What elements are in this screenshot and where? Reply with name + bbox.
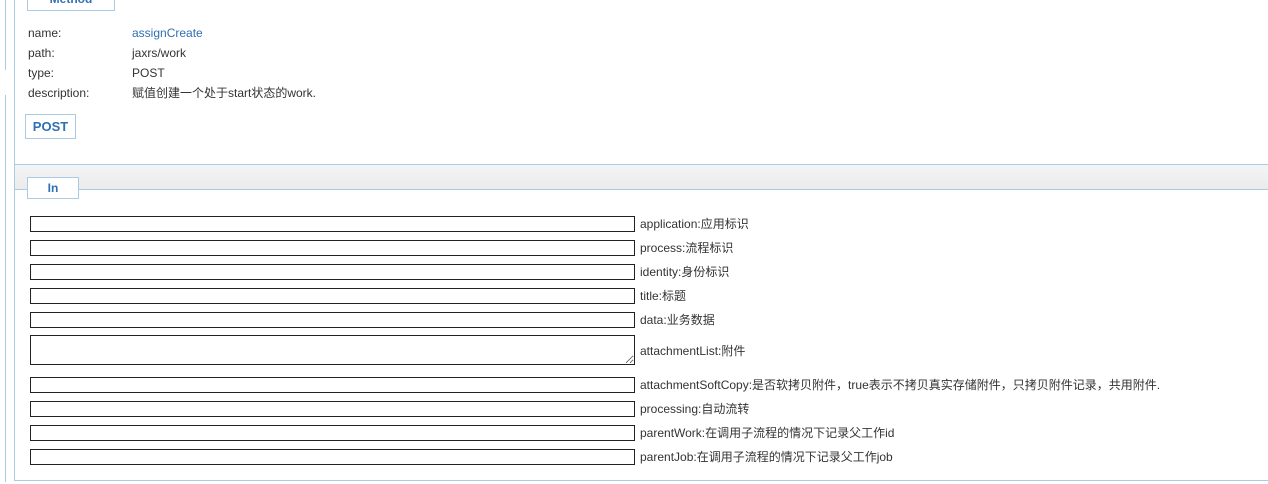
application-input[interactable] [30,215,635,232]
in-header-band [15,165,1268,189]
identity-label: identity:身份标识 [640,265,730,279]
param-row-parent-job: parentJob:在调用子流程的情况下记录父工作job [30,448,893,465]
param-row-attachment-soft-copy: attachmentSoftCopy:是否软拷贝附件，true表示不拷贝真实存储… [30,376,1160,393]
method-path-value: jaxrs/work [132,46,187,60]
param-row-application: application:应用标识 [30,215,749,232]
param-row-process: process:流程标识 [30,239,733,256]
post-button[interactable]: POST [25,114,76,139]
attachment-list-textarea[interactable] [30,335,635,365]
data-label: data:业务数据 [640,313,715,327]
method-path-key: path: [28,46,55,60]
method-name-value: assignCreate [132,26,203,40]
in-section: In application:应用标识 process:流程标识 identit… [14,165,1268,481]
parent-work-input[interactable] [30,424,635,441]
identity-input[interactable] [30,263,635,280]
attachment-list-label: attachmentList:附件 [640,343,746,358]
method-type-key: type: [28,66,55,80]
param-row-attachment-list: attachmentList:附件 [30,335,745,365]
method-type-value: POST [132,66,165,80]
parent-work-label: parentWork:在调用子流程的情况下记录父工作id [640,426,895,440]
method-path-row: path: jaxrs/work [28,43,186,63]
processing-input[interactable] [30,400,635,417]
method-name-row: name: assignCreate [28,23,203,43]
left-panel-border-bottom [0,95,6,482]
processing-label: processing:自动流转 [640,402,750,416]
title-label: title:标题 [640,289,687,303]
method-section: Method name: assignCreate path: jaxrs/wo… [14,0,1268,165]
process-label: process:流程标识 [640,241,734,255]
in-border-line [15,189,1268,190]
param-row-identity: identity:身份标识 [30,263,729,280]
method-description-value: 赋值创建一个处于start状态的work. [132,86,317,100]
method-name-key: name: [28,26,62,40]
method-legend: Method [27,0,115,11]
parent-job-input[interactable] [30,448,635,465]
left-panel-border-top [0,0,6,70]
process-input[interactable] [30,239,635,256]
param-row-data: data:业务数据 [30,311,715,328]
parent-job-label: parentJob:在调用子流程的情况下记录父工作job [640,450,893,464]
title-input[interactable] [30,287,635,304]
in-legend: In [27,177,79,199]
method-description-key: description: [28,86,90,100]
attachment-soft-copy-label: attachmentSoftCopy:是否软拷贝附件，true表示不拷贝真实存储… [640,378,1161,392]
method-description-row: description: 赋值创建一个处于start状态的work. [28,83,316,103]
data-input[interactable] [30,311,635,328]
method-type-row: type: POST [28,63,165,83]
application-label: application:应用标识 [640,217,749,231]
param-row-parent-work: parentWork:在调用子流程的情况下记录父工作id [30,424,894,441]
param-row-processing: processing:自动流转 [30,400,749,417]
param-row-title: title:标题 [30,287,686,304]
attachment-soft-copy-input[interactable] [30,376,635,393]
